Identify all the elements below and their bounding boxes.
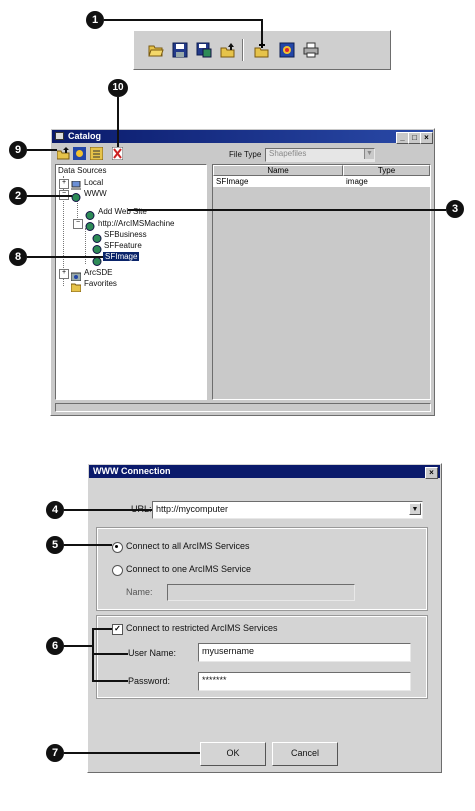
globe-icon	[85, 207, 95, 220]
callout-6-bracket-bottom	[92, 680, 128, 682]
callout-2-leader	[27, 195, 72, 197]
callout-5: 5	[46, 536, 64, 554]
callout-3: 3	[446, 200, 464, 218]
dialog-titlebar: WWW Connection ×	[89, 465, 440, 479]
username-value: myusername	[202, 646, 255, 656]
callout-3-leader	[128, 209, 446, 211]
toolbar-divider	[242, 39, 244, 61]
tree-item-sfbusiness[interactable]: SFBusiness	[104, 230, 147, 239]
connect-icon[interactable]	[73, 147, 86, 160]
name-label: Name:	[126, 587, 153, 597]
folder-icon	[70, 279, 82, 293]
callout-10-leader	[117, 97, 119, 147]
callout-7-leader	[64, 752, 200, 754]
delete-icon[interactable]	[111, 146, 124, 161]
callout-6: 6	[46, 637, 64, 655]
callout-8: 8	[9, 248, 27, 266]
tree-item-arcims-machine[interactable]: http://ArcIMSMachine	[98, 219, 174, 228]
callout-10: 10	[108, 79, 128, 97]
url-value: http://mycomputer	[156, 504, 229, 514]
expand-local-icon[interactable]: +	[59, 179, 69, 189]
column-type-label: Type	[377, 166, 396, 175]
column-header-type[interactable]: Type	[343, 165, 430, 176]
tree-root-label: Data Sources	[58, 166, 107, 175]
callout-9-leader	[27, 149, 57, 151]
status-bar	[55, 403, 431, 412]
ok-label: OK	[226, 748, 240, 758]
tree-item-local[interactable]: Local	[84, 178, 103, 187]
tree-item-sffeature[interactable]: SFFeature	[104, 241, 142, 250]
collapse-machine-icon[interactable]: −	[73, 219, 83, 229]
chevron-down-icon[interactable]: ▼	[409, 503, 421, 515]
callout-1-leader	[104, 19, 262, 21]
url-combobox[interactable]: http://mycomputer ▼	[152, 501, 423, 519]
callout-2: 2	[9, 187, 27, 205]
close-button[interactable]: ×	[420, 132, 433, 144]
details-view-icon[interactable]	[89, 146, 104, 161]
globe-icon	[71, 189, 81, 202]
tree-item-www[interactable]: WWW	[84, 189, 107, 198]
tree-item-favorites[interactable]: Favorites	[84, 279, 117, 288]
open-folder-icon[interactable]	[148, 42, 164, 58]
column-name-label: Name	[267, 166, 289, 175]
callout-9: 9	[9, 141, 27, 159]
catalog-icon[interactable]	[279, 42, 295, 58]
option-all-label[interactable]: Connect to all ArcIMS Services	[126, 541, 250, 551]
catalog-window-icon	[55, 132, 64, 140]
catalog-titlebar: Catalog _ □ ×	[52, 130, 433, 144]
up-folder-icon[interactable]	[220, 42, 236, 58]
computer-icon	[71, 177, 81, 190]
save-icon[interactable]	[172, 42, 188, 58]
service-icon	[92, 241, 102, 254]
contents-list-area	[213, 187, 430, 399]
save-as-icon[interactable]	[196, 42, 212, 58]
ok-button[interactable]: OK	[200, 742, 266, 766]
radio-connect-one[interactable]	[112, 565, 123, 576]
up-one-level-icon[interactable]	[56, 147, 70, 160]
option-one-label[interactable]: Connect to one ArcIMS Service	[126, 564, 251, 574]
expand-arcsde-icon[interactable]: +	[59, 269, 69, 279]
callout-4-leader	[64, 509, 152, 511]
callout-5-leader	[64, 544, 112, 546]
service-icon	[92, 230, 102, 243]
tree-line	[85, 228, 86, 264]
table-row[interactable]: SFImage image	[213, 176, 430, 187]
password-field[interactable]: *******	[198, 672, 411, 691]
callout-8-leader	[27, 256, 103, 258]
restricted-label[interactable]: Connect to restricted ArcIMS Services	[126, 623, 278, 633]
callout-6-bracket-top	[92, 628, 112, 630]
column-header-name[interactable]: Name	[213, 165, 343, 176]
dialog-close-button[interactable]: ×	[425, 467, 438, 479]
cancel-button[interactable]: Cancel	[272, 742, 338, 766]
callout-1: 1	[86, 11, 104, 29]
restricted-checkbox[interactable]: ✓	[112, 624, 123, 635]
database-icon	[70, 268, 82, 282]
callout-6-leader	[64, 645, 94, 647]
password-value: *******	[202, 675, 227, 685]
dialog-title: WWW Connection	[93, 466, 171, 476]
add-data-icon[interactable]	[254, 42, 270, 58]
file-type-label: File Type	[229, 150, 262, 159]
tree-item-arcsde[interactable]: ArcSDE	[84, 268, 112, 277]
print-icon[interactable]	[303, 42, 319, 58]
callout-1-leader-drop	[261, 19, 263, 43]
username-label: User Name:	[128, 648, 177, 658]
callout-6-bracket	[92, 628, 94, 682]
radio-connect-all[interactable]	[112, 542, 123, 553]
callout-4: 4	[46, 501, 64, 519]
name-field[interactable]	[167, 584, 355, 601]
callout-7: 7	[46, 744, 64, 762]
row-type: image	[346, 177, 368, 186]
callout-6-bracket-mid	[92, 653, 128, 655]
file-type-select[interactable]: Shapefiles ▼	[265, 148, 375, 162]
row-name: SFImage	[216, 177, 249, 186]
tree-item-sfimage[interactable]: SFImage	[103, 252, 140, 261]
chevron-down-icon[interactable]: ▼	[364, 149, 374, 159]
username-field[interactable]: myusername	[198, 643, 411, 662]
cancel-label: Cancel	[290, 748, 319, 758]
file-type-value: Shapefiles	[269, 149, 307, 158]
catalog-title: Catalog	[68, 131, 102, 141]
globe-icon	[85, 218, 95, 231]
password-label: Password:	[128, 676, 171, 686]
